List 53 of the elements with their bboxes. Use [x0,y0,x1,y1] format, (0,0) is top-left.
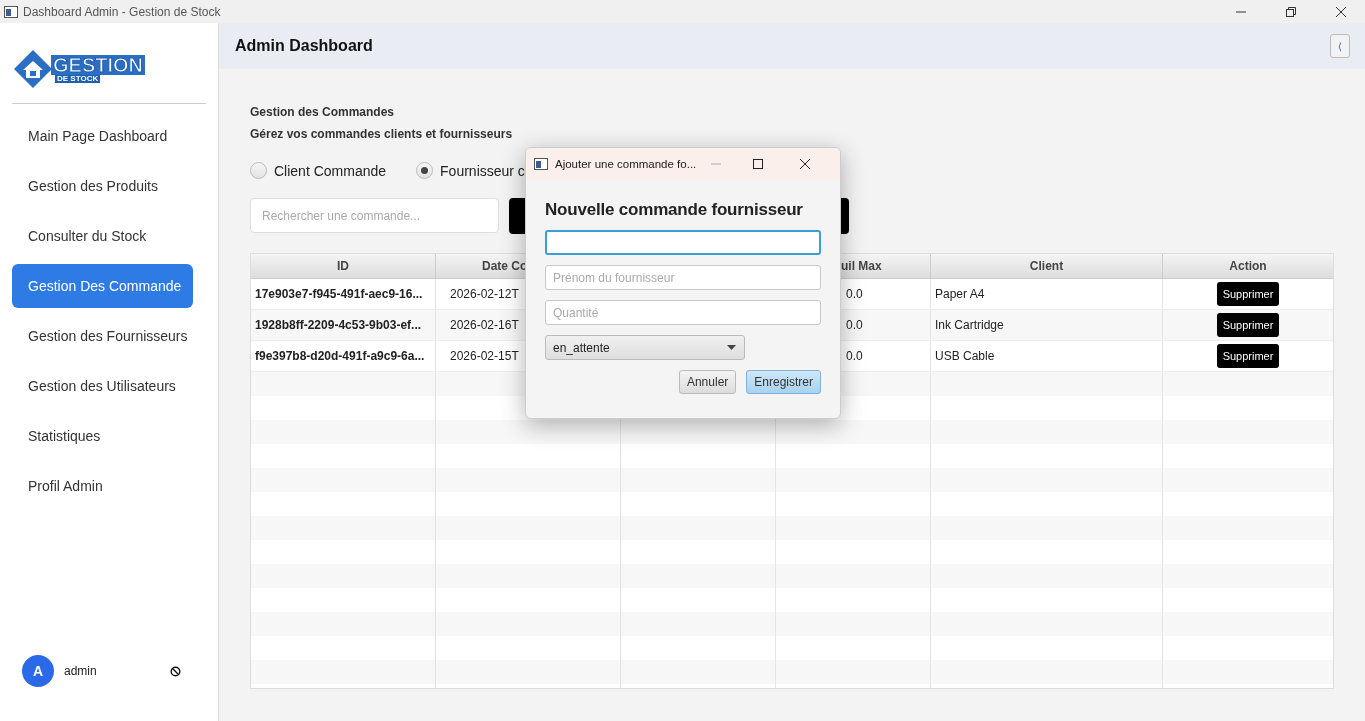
sidebar-item[interactable]: Gestion Des Commande [12,264,193,308]
house-logo-icon [13,49,53,89]
table-cell: 1928b8ff-2209-4c53-9b03-ef... [251,310,436,340]
delete-button[interactable]: Supprimer [1216,282,1280,306]
dialog-title: Ajouter une commande fo... [555,158,697,170]
status-dropdown[interactable]: en_attente [545,335,745,360]
collapse-button[interactable]: ⟨ [1330,34,1350,58]
window-title: Dashboard Admin - Gestion de Stock [23,4,221,19]
table-cell: Ink Cartridge [931,310,1163,340]
input-field[interactable]: Prénom du fournisseur [545,265,821,290]
sidebar-item[interactable]: Gestion des Fournisseurs [12,314,193,358]
input-field[interactable]: Quantité [545,300,821,325]
dialog-heading: Nouvelle commande fournisseur [545,200,803,220]
radio-icon[interactable] [250,162,267,179]
sidebar-item[interactable]: Gestion des Produits [12,164,193,208]
delete-button[interactable]: Supprimer [1216,313,1280,337]
radio-icon[interactable] [416,162,434,179]
page-title: Admin Dashboard [235,37,373,55]
user-avatar: A [22,655,54,687]
table-cell: Paper A4 [931,279,1163,309]
dialog-button[interactable]: Annuler [678,370,737,394]
dialog-button[interactable]: Enregistrer [746,370,821,394]
logo-title: GESTION [51,55,145,75]
window-icon [4,5,18,18]
table-cell: USB Cable [931,341,1163,371]
radio-label: Fournisseur c [440,162,525,179]
user-name: admin [64,664,97,678]
sidebar-item[interactable]: Statistiques [12,414,193,458]
table-cell: f9e397b8-d20d-491f-a9c9-6a... [251,341,436,371]
delete-button[interactable]: Supprimer [1216,344,1280,368]
logo-subtitle: DE STOCK [55,75,101,83]
restore-icon[interactable] [1285,5,1297,18]
radio-option[interactable]: Fournisseur c [416,162,525,179]
table-cell: 17e903e7-f945-491f-aec9-16... [251,279,436,309]
column-header[interactable]: Action [1163,254,1333,278]
close-icon[interactable] [799,158,812,170]
search-field[interactable]: Rechercher une commande... [250,198,499,233]
maximize-icon[interactable] [752,158,765,170]
input-field[interactable] [545,230,821,255]
logout-icon[interactable] [169,665,181,677]
section-subheading: Gérez vos commandes clients et fournisseurs [250,126,514,143]
close-icon[interactable] [1335,5,1347,18]
section-heading: Gestion des Commandes [250,104,396,121]
sidebar-item[interactable]: Profil Admin [12,464,193,508]
radio-label: Client Commande [274,162,387,179]
column-header[interactable]: ID [251,254,436,278]
sidebar-item[interactable]: Consulter du Stock [12,214,193,258]
dropdown-arrow-icon [727,345,736,350]
sidebar-item[interactable]: Main Page Dashboard [12,114,193,158]
window-icon [534,158,548,170]
sidebar-item[interactable]: Gestion des Utilisateurs [12,364,193,408]
column-header[interactable]: Client [931,254,1163,278]
radio-option[interactable]: Client Commande [250,162,387,179]
